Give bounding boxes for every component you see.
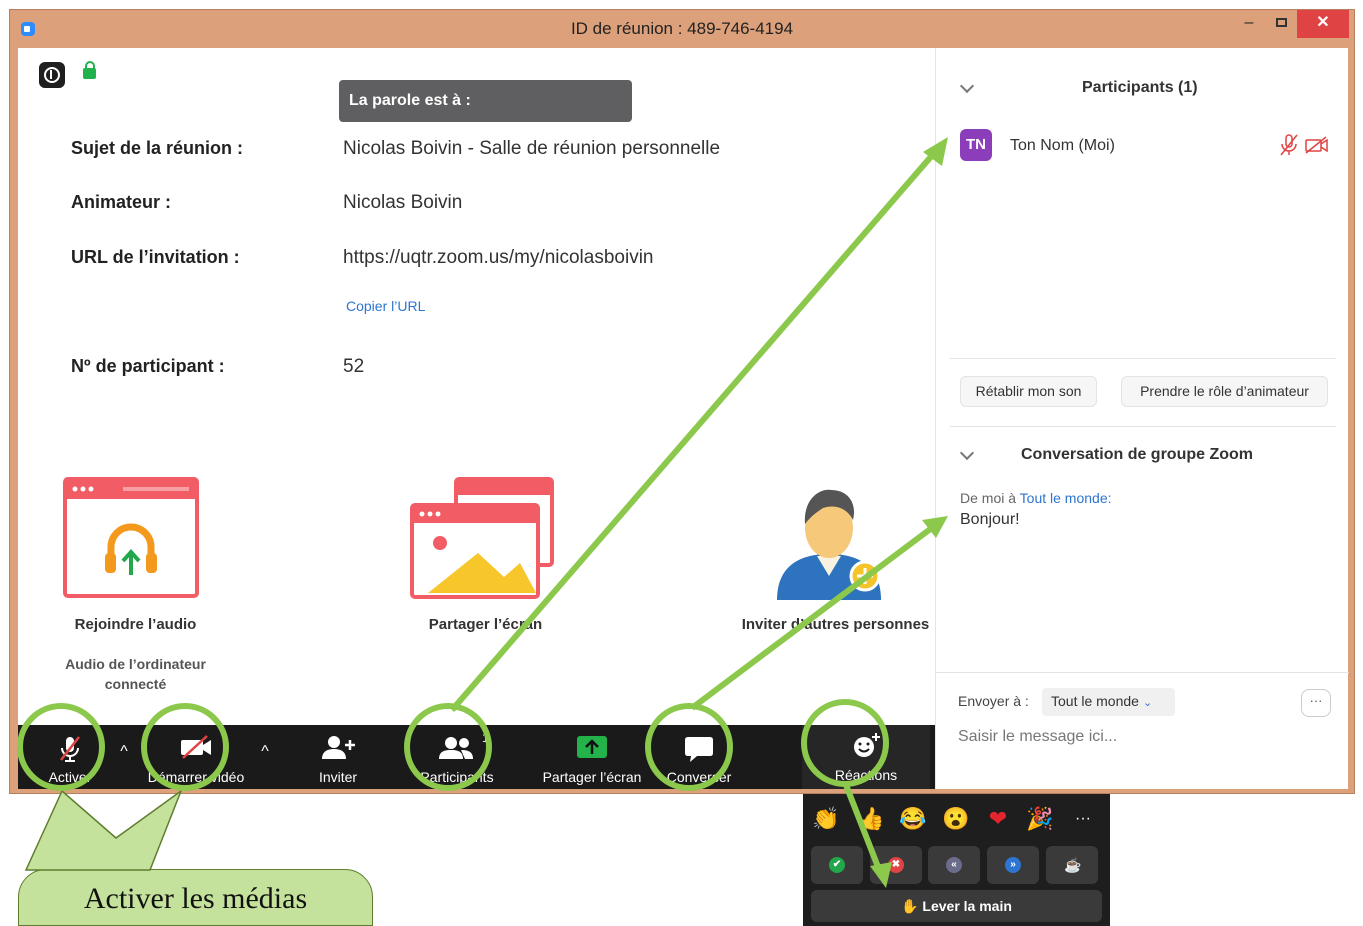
title-bar[interactable]: ID de réunion : 489-746-4194 – ✕: [10, 10, 1354, 48]
faster-button[interactable]: »: [987, 846, 1039, 884]
away-button[interactable]: ☕: [1046, 846, 1098, 884]
invite-button[interactable]: Inviter: [302, 725, 374, 789]
unmute-label: Activer: [48, 769, 92, 785]
participants-count: 1: [482, 731, 489, 745]
collapse-participants-icon[interactable]: [959, 78, 975, 94]
yes-button[interactable]: ✔: [811, 846, 863, 884]
participant-id-label: Nº de participant :: [71, 356, 225, 376]
heart-icon[interactable]: ❤: [984, 806, 1012, 832]
coffee-icon: ☕: [1064, 857, 1082, 873]
party-icon[interactable]: 🎉: [1026, 806, 1054, 832]
host-value: Nicolas Boivin: [343, 192, 463, 213]
close-button[interactable]: ✕: [1297, 10, 1349, 38]
url-value: https://uqtr.zoom.us/my/nicolasboivin: [343, 247, 654, 268]
send-to-value: Tout le monde: [1051, 693, 1139, 709]
chat-message-text: Bonjour!: [960, 511, 1020, 528]
minimize-button[interactable]: –: [1234, 10, 1264, 38]
participants-label: Participants: [420, 769, 494, 785]
side-panel: Participants (1) TN Ton Nom (Moi) Rétabl…: [935, 48, 1349, 789]
unmute-me-button[interactable]: Rétablir mon son: [960, 376, 1097, 407]
chat-more-button[interactable]: ···: [1301, 689, 1331, 717]
rewind-icon: «: [946, 857, 962, 873]
chat-message-meta: De moi à Tout le monde:: [960, 490, 1112, 506]
maximize-icon: [1275, 18, 1287, 27]
audio-options-caret[interactable]: ^: [116, 743, 132, 761]
chevron-down-icon: ⌄: [1142, 697, 1153, 709]
active-speaker-label: La parole est à :: [339, 80, 632, 122]
participants-icon: [439, 737, 473, 759]
participants-title: Participants (1): [1082, 79, 1198, 96]
participant-id-value: 52: [343, 356, 365, 377]
share-screen-toolbar-label: Partager l’écran: [542, 769, 642, 785]
surprised-icon[interactable]: 😮: [942, 806, 970, 832]
annotation-callout: Activer les médias: [18, 869, 373, 926]
start-video-label: Démarrer vidéo: [147, 769, 245, 785]
unmute-button[interactable]: Activer: [34, 725, 106, 789]
chat-label: Converser: [666, 769, 732, 785]
muted-microphone-icon: [60, 736, 80, 762]
chat-bubble-icon: [685, 737, 713, 762]
divider: [950, 358, 1336, 359]
chat-button[interactable]: Converser: [661, 725, 737, 789]
more-reactions-button[interactable]: ···: [1069, 810, 1097, 828]
participant-video-off-icon[interactable]: [1304, 136, 1330, 154]
callout-pointer: [24, 788, 183, 871]
reaction-smiley-icon: [854, 733, 880, 757]
invite-label: Inviter: [318, 769, 358, 785]
no-button[interactable]: ✖: [870, 846, 922, 884]
send-to-label: Envoyer à :: [958, 693, 1029, 709]
clap-icon[interactable]: 👏: [812, 806, 840, 832]
laughing-icon[interactable]: 😂: [899, 806, 927, 832]
avatar: TN: [960, 129, 992, 161]
window-title: ID de réunion : 489-746-4194: [570, 19, 794, 38]
thumbs-up-icon[interactable]: 👍: [857, 806, 885, 832]
join-audio-label[interactable]: Rejoindre l’audio: [48, 616, 223, 633]
meeting-toolbar: Activer ^ Démarrer vidéo ^ Inviter Parti…: [18, 725, 935, 789]
chat-title: Conversation de groupe Zoom: [1021, 446, 1254, 463]
meeting-info-pane: La parole est à : Sujet de la réunion : …: [18, 48, 935, 789]
chat-from: De moi à: [960, 490, 1017, 506]
lock-icon[interactable]: [83, 61, 96, 79]
reactions-button[interactable]: Réactions: [802, 725, 930, 789]
chat-message-input[interactable]: Saisir le message ici...: [958, 728, 1117, 746]
topic-label: Sujet de la réunion :: [71, 138, 244, 158]
send-to-dropdown[interactable]: Tout le monde ⌄: [1042, 688, 1175, 716]
host-label: Animateur :: [71, 192, 172, 212]
video-off-icon: [181, 735, 211, 759]
copy-url-link[interactable]: Copier l’URL: [346, 298, 425, 314]
url-label: URL de l’invitation :: [71, 247, 240, 267]
join-audio-sublabel: Audio de l’ordinateur connecté: [65, 656, 206, 692]
share-screen-icon[interactable]: [408, 475, 558, 603]
invite-others-label[interactable]: Inviter d’autres personnes: [733, 616, 938, 633]
divider: [950, 426, 1336, 427]
screenshot-stage: ID de réunion : 489-746-4194 – ✕ La paro…: [0, 0, 1363, 926]
topic-value: Nicolas Boivin - Salle de réunion person…: [343, 138, 721, 159]
cross-icon: ✖: [888, 857, 904, 873]
add-user-icon: [322, 736, 355, 759]
maximize-button[interactable]: [1266, 10, 1296, 38]
share-screen-label[interactable]: Partager l’écran: [403, 616, 568, 633]
invite-people-icon[interactable]: [773, 472, 885, 606]
participant-muted-mic-icon[interactable]: [1279, 134, 1299, 156]
divider: [936, 672, 1349, 673]
share-screen-button[interactable]: Partager l’écran: [535, 725, 649, 789]
start-video-button[interactable]: Démarrer vidéo: [136, 725, 256, 789]
check-icon: ✔: [829, 857, 845, 873]
claim-host-button[interactable]: Prendre le rôle d’animateur: [1121, 376, 1328, 407]
info-icon[interactable]: [39, 62, 65, 88]
participant-name[interactable]: Ton Nom (Moi): [1010, 137, 1115, 155]
reactions-popup: 👏 👍 😂 😮 ❤ 🎉 ··· ✔ ✖ « » ☕ ✋ Lever la mai…: [803, 794, 1110, 926]
video-options-caret[interactable]: ^: [257, 743, 273, 761]
collapse-chat-icon[interactable]: [959, 445, 975, 461]
join-audio-icon[interactable]: [63, 477, 203, 602]
fast-forward-icon: »: [1005, 857, 1021, 873]
zoom-window: ID de réunion : 489-746-4194 – ✕ La paro…: [9, 9, 1355, 794]
reactions-label: Réactions: [834, 767, 898, 783]
share-screen-arrow-icon: [577, 736, 607, 758]
callout-text: Activer les médias: [83, 882, 308, 915]
slower-button[interactable]: «: [928, 846, 980, 884]
chat-recipient[interactable]: Tout le monde:: [1020, 490, 1112, 506]
window-client: La parole est à : Sujet de la réunion : …: [18, 48, 1349, 789]
raise-hand-button[interactable]: ✋ Lever la main: [811, 890, 1102, 922]
